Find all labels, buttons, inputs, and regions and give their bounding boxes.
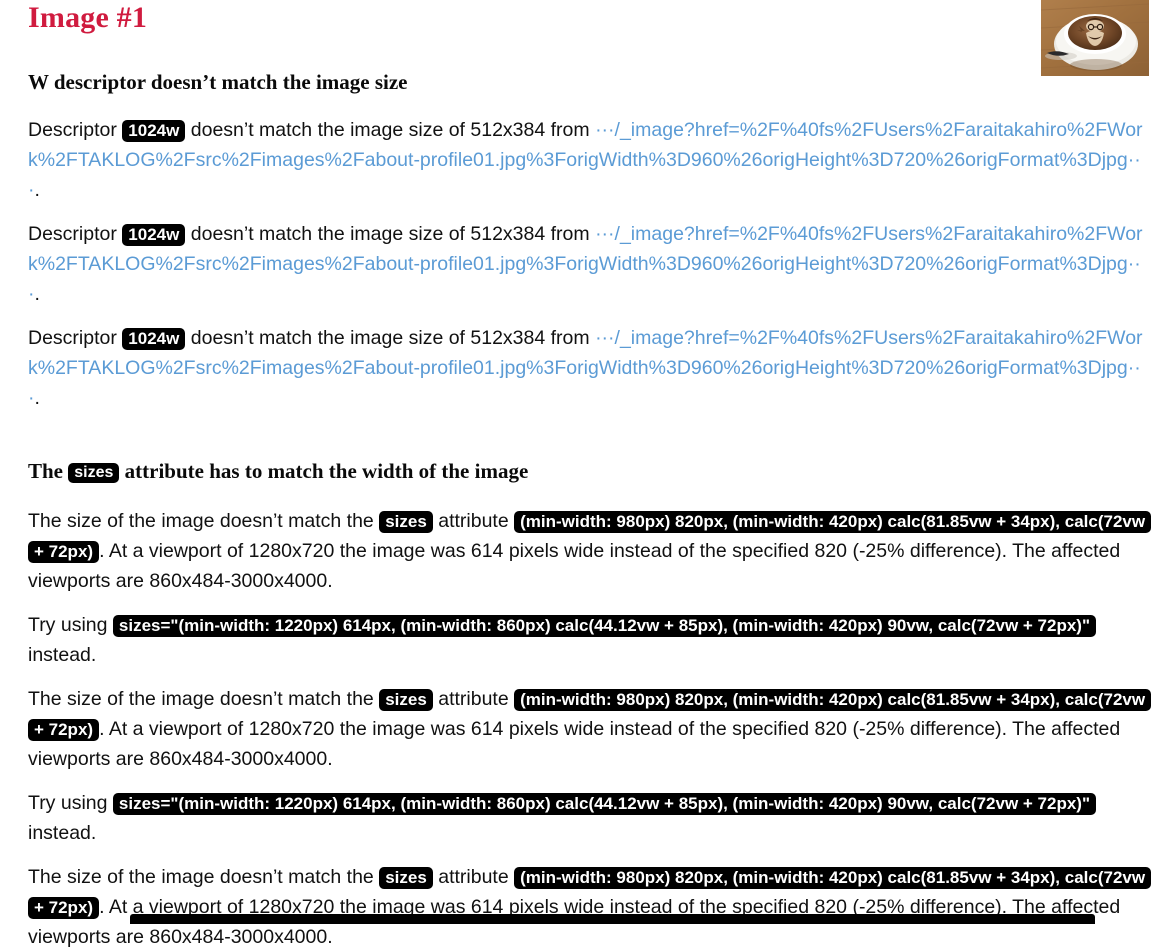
message-lead: Descriptor <box>28 223 117 245</box>
sizes-badge: sizes <box>379 511 433 533</box>
descriptor-badge: 1024w <box>122 328 186 350</box>
sizes-badge: sizes <box>379 867 433 889</box>
sizes-badge: sizes <box>379 689 433 711</box>
message-tail: . At a viewport of 1280x720 the image wa… <box>28 540 1121 592</box>
suggested-sizes-badge: sizes="(min-width: 1220px) 614px, (min-w… <box>112 793 1097 815</box>
image-thumbnail[interactable] <box>1041 0 1149 76</box>
message-tail: . <box>34 387 40 409</box>
message-item: Descriptor 1024w doesn’t match the image… <box>28 115 1147 205</box>
message-lead: The size of the image doesn’t match the <box>28 688 374 710</box>
message-lead: Descriptor <box>28 327 117 349</box>
message-lead: The size of the image doesn’t match the <box>28 510 374 532</box>
descriptor-badge: 1024w <box>122 224 186 246</box>
message-mid: doesn’t match the image size of 512x384 … <box>190 119 590 141</box>
w-descriptor-message-list: Descriptor 1024w doesn’t match the image… <box>28 115 1147 413</box>
section-heading-sizes-attribute: The sizes attribute has to match the wid… <box>28 458 1147 486</box>
descriptor-badge: 1024w <box>122 120 186 142</box>
suggested-sizes-badge: sizes="(min-width: 1220px) 614px, (min-w… <box>112 615 1097 637</box>
message-tail: . <box>34 283 40 305</box>
message-mid: attribute <box>438 866 509 888</box>
message-item-mismatch: The size of the image doesn’t match the … <box>28 862 1152 952</box>
heading-prefix: The <box>28 459 64 483</box>
page-title: Image #1 <box>28 1 148 34</box>
report-page: Image #1 W descriptor doesn’t match the … <box>0 0 1169 952</box>
message-mid: doesn’t match the image size of 512x384 … <box>190 223 590 245</box>
message-lead: Try using <box>28 614 108 636</box>
message-item-suggestion: Try using sizes="(min-width: 1220px) 614… <box>28 788 1147 848</box>
message-tail: . At a viewport of 1280x720 the image wa… <box>28 718 1121 770</box>
message-tail: instead. <box>28 644 97 666</box>
heading-text: W descriptor doesn’t match the image siz… <box>28 70 408 94</box>
section-heading-w-descriptor: W descriptor doesn’t match the image siz… <box>28 69 1147 95</box>
sizes-badge: sizes <box>68 463 120 483</box>
message-mid: doesn’t match the image size of 512x384 … <box>190 327 590 349</box>
message-item-mismatch: The size of the image doesn’t match the … <box>28 506 1152 596</box>
message-item: Descriptor 1024w doesn’t match the image… <box>28 323 1147 413</box>
message-item: Descriptor 1024w doesn’t match the image… <box>28 219 1147 309</box>
message-tail: instead. <box>28 822 97 844</box>
latte-art-icon <box>1041 0 1149 76</box>
message-lead: Try using <box>28 792 108 814</box>
message-lead: The size of the image doesn’t match the <box>28 866 374 888</box>
message-item-suggestion: Try using sizes="(min-width: 1220px) 614… <box>28 610 1147 670</box>
message-mid: attribute <box>438 688 509 710</box>
message-lead: Descriptor <box>28 119 117 141</box>
message-item-mismatch: The size of the image doesn’t match the … <box>28 684 1152 774</box>
heading-suffix: attribute has to match the width of the … <box>124 459 529 483</box>
message-tail: . <box>34 179 40 201</box>
message-mid: attribute <box>438 510 509 532</box>
sizes-message-list: The size of the image doesn’t match the … <box>28 506 1152 952</box>
